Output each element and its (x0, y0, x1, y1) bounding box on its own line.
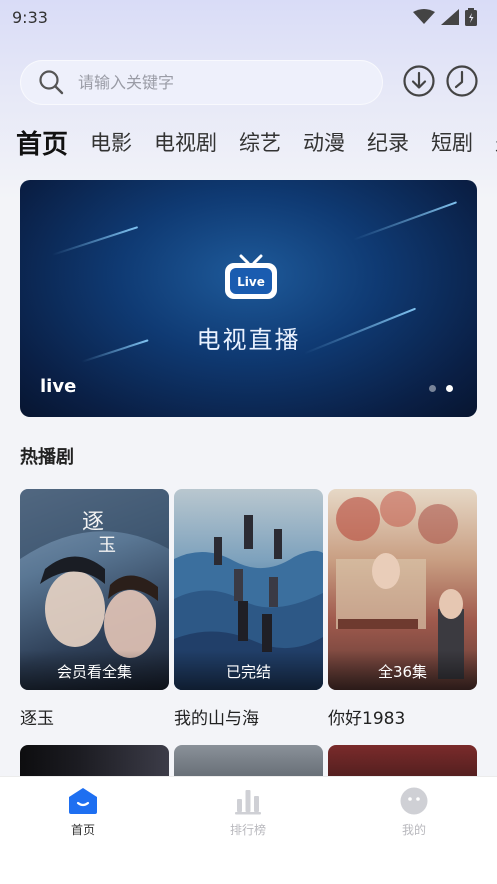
svg-text:玉: 玉 (98, 535, 116, 556)
svg-text:逐: 逐 (82, 510, 104, 535)
search-row (20, 59, 482, 105)
home-icon (69, 788, 97, 814)
search-input[interactable] (78, 72, 338, 92)
drama-badge: 全36集 (328, 650, 477, 690)
drama-badge: 会员看全集 (20, 650, 169, 690)
status-time: 9:33 (12, 7, 48, 27)
tab-short-drama[interactable]: 短剧 (431, 127, 473, 157)
tab-anime[interactable]: 动漫 (303, 127, 345, 157)
tab-tv-series[interactable]: 电视剧 (154, 127, 217, 157)
nav-home[interactable]: 首页 (23, 787, 143, 838)
tv-live-text: Live (237, 275, 265, 289)
tab-variety[interactable]: 综艺 (239, 127, 281, 157)
ranking-icon (235, 790, 261, 815)
signal-icon (441, 9, 459, 25)
banner-label: live (40, 376, 77, 397)
featured-banner[interactable]: Live 电视直播 live (20, 180, 477, 417)
carousel-dot[interactable] (429, 385, 436, 392)
banner-streak (352, 201, 458, 241)
nav-home-label: 首页 (70, 823, 95, 837)
tab-home[interactable]: 首页 (16, 124, 68, 161)
battery-icon (465, 8, 477, 26)
bottom-navigation: 首页 排行榜 我的 (0, 776, 497, 884)
tab-documentary[interactable]: 纪录 (367, 127, 409, 157)
status-icons (413, 8, 477, 26)
category-tabs: 首页 电影 电视剧 综艺 动漫 纪录 短剧 少 (16, 122, 497, 162)
drama-title[interactable]: 逐玉 (20, 704, 169, 729)
search-icon (39, 70, 64, 95)
nav-ranking[interactable]: 排行榜 (188, 787, 308, 838)
search-box[interactable] (20, 59, 383, 105)
banner-caption: 电视直播 (196, 326, 301, 354)
drama-card[interactable]: 逐 玉 会员看全集 逐玉 (20, 489, 169, 729)
drama-title[interactable]: 我的山与海 (174, 704, 323, 729)
tv-live-icon: Live (225, 254, 277, 299)
wifi-icon (413, 9, 435, 24)
drama-badge: 已完结 (174, 650, 323, 690)
carousel-dot-active[interactable] (446, 385, 453, 392)
carousel-indicator (429, 385, 453, 392)
drama-poster[interactable]: 全36集 (328, 489, 477, 690)
tab-movies[interactable]: 电影 (90, 127, 132, 157)
banner-streak (51, 226, 139, 256)
drama-poster[interactable]: 已完结 (174, 489, 323, 690)
nav-mine-label: 我的 (401, 823, 426, 837)
nav-mine[interactable]: 我的 (354, 787, 474, 838)
drama-title[interactable]: 你好1983 (328, 704, 477, 729)
drama-card[interactable]: 已完结 我的山与海 (174, 489, 323, 729)
history-icon[interactable] (445, 64, 479, 98)
section-title: 热播剧 (20, 447, 74, 468)
status-bar: 9:33 (0, 0, 497, 34)
nav-ranking-label: 排行榜 (229, 823, 266, 837)
profile-icon (400, 787, 428, 815)
drama-card[interactable]: 全36集 你好1983 (328, 489, 477, 729)
drama-poster[interactable]: 逐 玉 会员看全集 (20, 489, 169, 690)
download-icon[interactable] (402, 64, 436, 98)
